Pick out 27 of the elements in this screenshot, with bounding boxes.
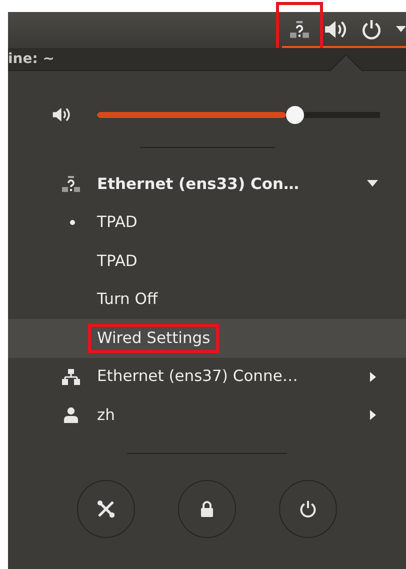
window-title: ine: ~	[8, 51, 54, 67]
device-menu-item[interactable]: Ethernet (ens33) Con…	[8, 165, 406, 204]
menu-item[interactable]: Turn Off	[8, 280, 406, 319]
network-unknown-icon	[61, 175, 81, 194]
caret-icon	[396, 26, 406, 32]
power-icon	[361, 18, 382, 40]
menu-label: Turn Off	[97, 290, 158, 308]
submenu-label: Ethernet (ens37) Conne…	[97, 367, 298, 386]
connection-menu-item[interactable]: TPAD	[8, 204, 406, 242]
submenu-label: zh	[97, 406, 115, 424]
submenu-item[interactable]: Ethernet (ens37) Conne…	[8, 358, 406, 396]
power-icon	[298, 500, 317, 518]
tools-icon	[97, 500, 116, 518]
slider-thumb[interactable]	[286, 106, 304, 124]
volume-icon	[52, 107, 71, 123]
lock-icon	[200, 500, 214, 516]
menu-label: Wired Settings	[97, 328, 210, 347]
connection-label: TPAD	[97, 213, 138, 232]
device-label: Ethernet (ens33) Con…	[97, 174, 300, 193]
connection-label: TPAD	[97, 252, 138, 270]
network-icon	[62, 368, 80, 385]
volume-icon	[324, 20, 347, 38]
network-unknown-icon	[288, 20, 310, 38]
submenu-item[interactable]: zh	[8, 396, 406, 434]
menu-item[interactable]: Wired Settings	[8, 319, 406, 358]
user-icon	[64, 407, 78, 424]
connection-menu-item[interactable]: TPAD	[8, 242, 406, 280]
